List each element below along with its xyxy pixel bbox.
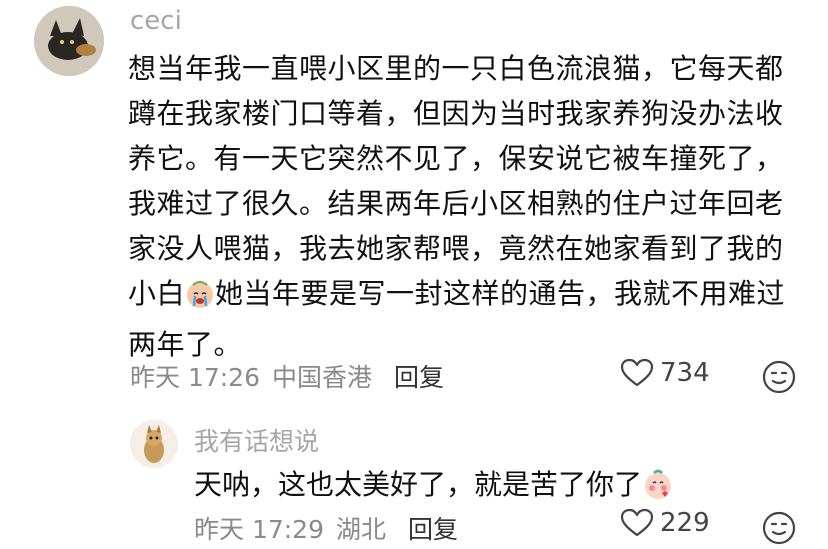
like-count: 229: [660, 508, 710, 538]
avatar[interactable]: [130, 420, 178, 468]
location: 湖北: [336, 515, 387, 544]
like-button[interactable]: 734: [620, 358, 710, 388]
comment-meta: 昨天 17:26 中国香港 回复: [130, 358, 444, 394]
reply-meta: 昨天 17:29 湖北 回复: [194, 510, 458, 546]
heart-outline-icon: [620, 358, 654, 388]
username[interactable]: ceci: [130, 6, 182, 36]
reply-text: 天呐，这也太美好了，就是苦了你了: [194, 463, 674, 513]
like-button[interactable]: 229: [620, 508, 710, 538]
like-count: 734: [660, 358, 710, 388]
comment-text-part: 她当年要是写一封这样的通告，我就不用难过两年了。: [128, 277, 786, 361]
avatar[interactable]: [34, 6, 104, 76]
heart-outline-icon: [620, 508, 654, 538]
emoji-reaction-button[interactable]: [762, 511, 796, 549]
timestamp: 昨天 17:29: [194, 515, 324, 544]
blushing-peach-icon: [642, 468, 674, 513]
timestamp: 昨天 17:26: [130, 363, 260, 392]
reply-item: 我有话想说 天呐，这也太美好了，就是苦了你了 昨天 17:29 湖北 回复 22…: [0, 410, 828, 547]
smiley-face-icon: [762, 511, 796, 549]
emoji-reaction-button[interactable]: [762, 360, 796, 398]
comment-text: 想当年我一直喂小区里的一只白色流浪猫，它每天都蹲在我家楼门口等着，但因为当时我家…: [128, 46, 808, 367]
comment-item: ceci 想当年我一直喂小区里的一只白色流浪猫，它每天都蹲在我家楼门口等着，但因…: [0, 0, 828, 410]
reply-text-part: 天呐，这也太美好了，就是苦了你了: [194, 468, 643, 501]
crying-face-icon: [185, 277, 215, 322]
location: 中国香港: [272, 363, 373, 392]
reply-button[interactable]: 回复: [408, 510, 458, 546]
username[interactable]: 我有话想说: [194, 422, 319, 458]
smiley-face-icon: [762, 360, 796, 398]
comment-text-part: 想当年我一直喂小区里的一只白色流浪猫，它每天都蹲在我家楼门口等着，但因为当时我家…: [128, 52, 784, 310]
reply-button[interactable]: 回复: [394, 358, 444, 394]
